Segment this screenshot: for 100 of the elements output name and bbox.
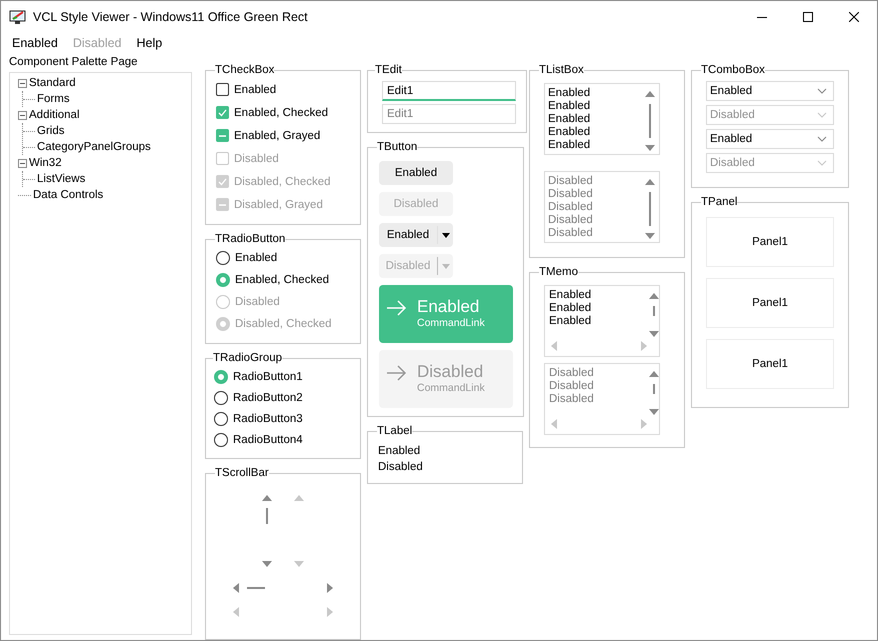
combo-box[interactable]: Enabled [706, 129, 834, 149]
tree-item[interactable]: Data Controls [33, 189, 104, 201]
checkbox[interactable] [216, 106, 229, 119]
split-button[interactable]: Enabled [379, 223, 453, 247]
scroll-down-arrow-icon[interactable] [294, 559, 304, 569]
memo-line: Enabled [549, 302, 592, 315]
tree-item[interactable]: Standard [29, 77, 76, 89]
checkbox-label: Enabled, Checked [234, 106, 328, 118]
list-item[interactable]: Enabled [548, 113, 645, 126]
group-title: TRadioButton [215, 233, 286, 245]
scroll-up-arrow-icon[interactable] [649, 291, 659, 301]
scroll-left-arrow-icon[interactable] [231, 583, 241, 593]
scroll-thumb[interactable] [266, 508, 268, 524]
memo-line: Disabled [549, 380, 595, 393]
group-title: TButton [377, 141, 418, 153]
memo-line: Enabled [549, 315, 592, 328]
radio-label: Enabled [235, 252, 278, 264]
tree-item[interactable]: ListViews [37, 173, 86, 185]
list-item[interactable]: Enabled [548, 100, 645, 113]
panel: Panel1 [706, 278, 834, 328]
collapse-toggle[interactable] [18, 110, 27, 120]
tree-item[interactable]: Win32 [29, 157, 62, 169]
label-text: Disabled [378, 460, 424, 475]
list-item[interactable]: Enabled [548, 126, 645, 139]
radio-button[interactable] [216, 251, 230, 265]
checkbox-label: Enabled, Grayed [234, 130, 320, 142]
radio-button[interactable] [214, 412, 228, 426]
group-title: TRadioGroup [213, 352, 282, 364]
chevron-down-icon[interactable] [817, 136, 827, 142]
combo-box[interactable]: Enabled [706, 81, 834, 101]
arrow-right-icon [387, 300, 407, 316]
tree-item[interactable]: Additional [29, 109, 80, 121]
radio-label: RadioButton1 [233, 370, 303, 382]
maximize-icon [803, 12, 813, 22]
radio-label: Enabled, Checked [235, 274, 329, 286]
panel: Panel1 [706, 217, 834, 267]
scroll-right-arrow-icon[interactable] [325, 583, 335, 593]
window-title: VCL Style Viewer - Windows11 Office Green Rect [33, 10, 309, 24]
scroll-right-arrow-icon[interactable] [325, 607, 335, 617]
group-title: TListBox [539, 64, 584, 76]
radio-label: RadioButton3 [233, 412, 303, 424]
tree-item[interactable]: CategoryPanelGroups [37, 141, 151, 153]
label-text: Enabled [378, 444, 422, 459]
group-title: TMemo [539, 266, 578, 278]
radio-button[interactable] [216, 273, 230, 287]
group-title: TComboBox [701, 64, 765, 76]
collapse-toggle[interactable] [18, 78, 27, 88]
list-item[interactable]: Enabled [548, 139, 645, 152]
list-item[interactable]: Enabled [548, 87, 645, 100]
memo-line: Enabled [549, 289, 592, 302]
checkbox-label: Disabled, Checked [234, 176, 331, 188]
scroll-thumb[interactable] [247, 587, 265, 589]
group-title: TLabel [377, 425, 412, 437]
arrow-right-icon [387, 365, 407, 381]
palette-label: Component Palette Page [9, 56, 139, 70]
checkbox[interactable] [216, 83, 229, 96]
checkbox[interactable] [216, 129, 229, 142]
scroll-down-arrow-icon[interactable] [645, 143, 655, 153]
group-title: TCheckBox [215, 64, 274, 76]
minus-icon [20, 112, 25, 118]
panel: Panel1 [706, 339, 834, 389]
memo-line: Disabled [549, 367, 595, 380]
scroll-down-arrow-icon[interactable] [262, 559, 272, 569]
scroll-right-arrow-icon[interactable] [639, 341, 649, 351]
collapse-toggle[interactable] [18, 158, 27, 168]
scroll-left-arrow-icon[interactable] [549, 341, 559, 351]
menu-item[interactable]: Enabled [4, 34, 65, 52]
radio-button[interactable] [214, 390, 228, 404]
scroll-down-arrow-icon[interactable] [649, 329, 659, 339]
chevron-down-icon[interactable] [817, 88, 827, 94]
scroll-thumb[interactable] [649, 104, 651, 138]
minus-icon [20, 160, 25, 166]
minus-icon [20, 80, 25, 86]
tree-item[interactable]: Grids [37, 125, 64, 137]
radio-label: RadioButton2 [233, 392, 303, 404]
memo-box[interactable]: Enabled Enabled Enabled [544, 285, 660, 357]
scroll-up-arrow-icon[interactable] [262, 493, 272, 503]
tree-item[interactable]: Forms [37, 93, 70, 105]
checkbox-label: Disabled [234, 152, 279, 164]
dropdown-arrow-icon[interactable] [442, 232, 450, 238]
close-icon [849, 12, 859, 22]
checkbox-label: Disabled, Grayed [234, 198, 323, 210]
radio-button[interactable] [214, 432, 228, 446]
push-button[interactable]: Enabled [379, 161, 453, 185]
text-field[interactable]: Edit1 [382, 81, 516, 101]
list-box[interactable]: Enabled Enabled Enabled Enabled Enabled [544, 83, 660, 155]
monitor-brush-icon [9, 8, 27, 24]
scroll-up-arrow-icon[interactable] [294, 493, 304, 503]
radio-button[interactable] [214, 370, 228, 384]
group-title: TPanel [701, 196, 738, 208]
radio-label: Disabled, Checked [235, 318, 332, 330]
scroll-thumb[interactable] [653, 306, 655, 316]
checkbox-label: Enabled [234, 84, 276, 96]
radio-label: RadioButton4 [233, 434, 303, 446]
memo-line: Disabled [549, 393, 595, 406]
menu-item[interactable]: Help [128, 34, 170, 52]
radio-label: Disabled [235, 296, 280, 308]
group-title: TScrollBar [215, 467, 269, 479]
scroll-left-arrow-icon[interactable] [231, 607, 241, 617]
scroll-up-arrow-icon[interactable] [645, 89, 655, 99]
